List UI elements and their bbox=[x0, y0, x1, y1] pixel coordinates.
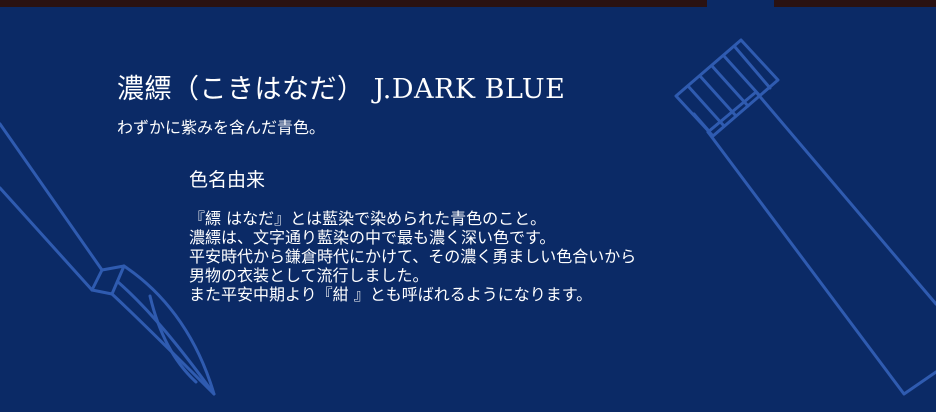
origin-text: 『縹 はなだ』とは藍染で染められた青色のこと。 濃縹は、文字通り藍染の中で最も濃… bbox=[189, 209, 636, 304]
origin-line: また平安中期より『紺 』とも呼ばれるようになります。 bbox=[189, 285, 593, 304]
brush-icon bbox=[0, 122, 216, 396]
section-heading: 色名由来 bbox=[189, 169, 266, 191]
origin-line: 濃縹は、文字通り藍染の中で最も濃く深い色です。 bbox=[189, 228, 556, 247]
paint-tube-icon bbox=[674, 38, 936, 396]
origin-line: 平安時代から鎌倉時代にかけて、その濃く勇ましい色合いから bbox=[189, 247, 637, 266]
page-title: 濃縹（こきはなだ） J.DARK BLUE bbox=[117, 74, 566, 105]
origin-line: 『縹 はなだ』とは藍染で染められた青色のこと。 bbox=[189, 209, 547, 228]
decoration-layer bbox=[0, 38, 936, 396]
color-description: わずかに紫みを含んだ青色。 bbox=[117, 118, 326, 137]
origin-line: 男物の衣装として流行しました。 bbox=[189, 266, 429, 285]
